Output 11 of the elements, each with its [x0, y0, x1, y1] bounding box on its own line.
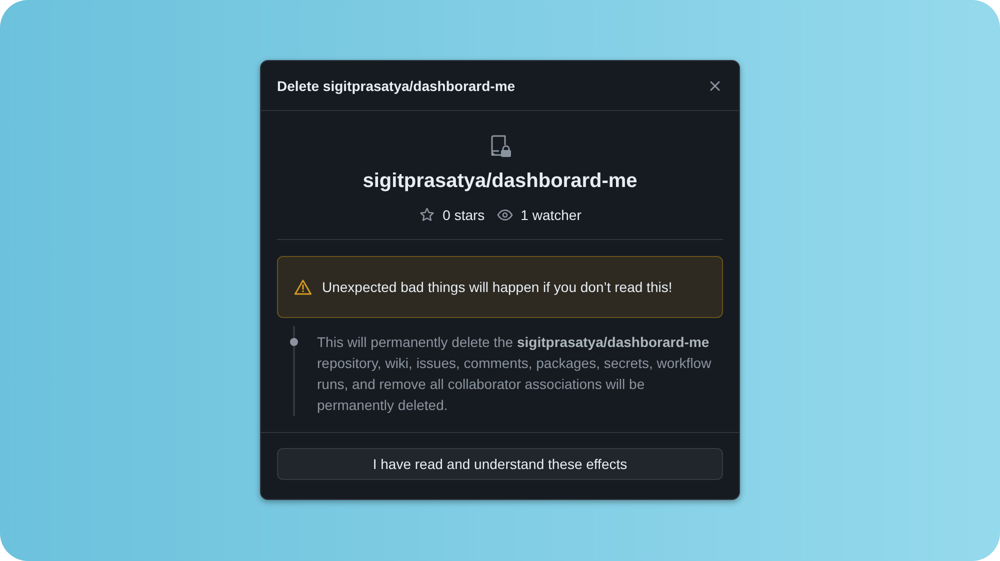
confirm-button[interactable]: I have read and understand these effects [277, 448, 723, 480]
deletion-details: This will permanently delete the sigitprasatya/dashborard-me repository, wiki, issues, comments, packages, secrets, workflow runs, and remove all collaborator associations will be permanently deleted. [317, 333, 712, 415]
watchers-count: 1 watcher [520, 207, 582, 223]
stars-count: 0 stars [442, 207, 485, 223]
eye-icon [496, 207, 513, 223]
repository-name: sigitprasatya/dashborard-me [362, 170, 638, 193]
timeline-dot [290, 338, 298, 346]
warning-icon [294, 279, 312, 295]
star-icon [418, 207, 435, 223]
dialog-title: Delete sigitprasatya/dashborard-me [277, 78, 516, 94]
warning-text: Unexpected bad things will happen if you don’t read this! [322, 279, 672, 295]
